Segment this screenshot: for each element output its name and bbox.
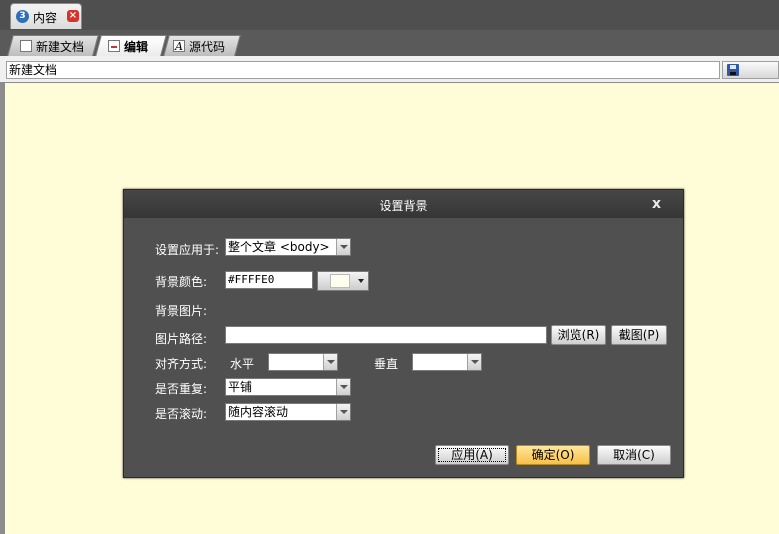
tab-edit-content[interactable]: 编辑: [108, 37, 148, 55]
color-picker-button[interactable]: [317, 271, 369, 291]
dialog-title: 设置背景: [124, 190, 683, 218]
vertical-label: 垂直: [374, 357, 399, 371]
background-settings-dialog: 设置背景 x 设置应用于: 整个文章 <body> 背景颜色: #FFFFE0 …: [123, 189, 684, 478]
save-button[interactable]: [722, 61, 779, 79]
content-tab-label: 内容: [33, 11, 58, 25]
apply-to-value: 整个文章 <body>: [228, 240, 330, 254]
source-code-icon: A: [173, 40, 185, 53]
apply-to-select[interactable]: 整个文章 <body>: [225, 238, 351, 256]
filename-input[interactable]: 新建文档: [6, 61, 720, 79]
bg-image-label: 背景图片:: [155, 304, 208, 318]
repeat-value: 平铺: [228, 380, 253, 394]
tab-label: 源代码: [189, 39, 226, 54]
window-tabbar: [0, 0, 779, 30]
content-window-tab[interactable]: 3 内容 ×: [10, 3, 82, 29]
repeat-label: 是否重复:: [155, 382, 208, 396]
color-swatch: [330, 274, 350, 288]
chevron-down-icon[interactable]: [336, 379, 350, 395]
horizontal-align-select[interactable]: [268, 353, 338, 371]
ok-button[interactable]: 确定(O): [516, 445, 590, 465]
dialog-close-button[interactable]: x: [652, 194, 661, 214]
tab-label: 编辑: [124, 39, 149, 54]
chevron-down-icon[interactable]: [336, 404, 350, 420]
chevron-down-icon[interactable]: [323, 354, 337, 370]
tab-number-badge: 3: [16, 10, 29, 23]
document-icon: [20, 40, 32, 52]
tab-label: 新建文档: [36, 39, 85, 54]
tab-source-code-content[interactable]: A 源代码: [173, 37, 225, 55]
horizontal-label: 水平: [230, 357, 255, 371]
bg-color-label: 背景颜色:: [155, 275, 208, 289]
scroll-value: 随内容滚动: [228, 405, 289, 419]
browse-button[interactable]: 浏览(R): [551, 325, 606, 345]
bg-color-input[interactable]: #FFFFE0: [225, 271, 313, 289]
align-label: 对齐方式:: [155, 357, 208, 371]
scroll-label: 是否滚动:: [155, 407, 208, 421]
vertical-align-select[interactable]: [412, 353, 482, 371]
image-path-label: 图片路径:: [155, 332, 208, 346]
chevron-down-icon[interactable]: [467, 354, 481, 370]
tab-new-document-content[interactable]: 新建文档: [20, 37, 84, 55]
close-icon[interactable]: ×: [67, 10, 79, 22]
scroll-select[interactable]: 随内容滚动: [225, 403, 351, 421]
apply-to-label: 设置应用于:: [155, 243, 220, 257]
repeat-select[interactable]: 平铺: [225, 378, 351, 396]
apply-button[interactable]: 应用(A): [435, 445, 509, 465]
screenshot-button[interactable]: 截图(P): [611, 325, 667, 345]
image-path-input[interactable]: [225, 326, 547, 344]
chevron-down-icon[interactable]: [336, 239, 350, 255]
caret-down-icon: [358, 279, 364, 283]
editor-left-edge: [0, 83, 5, 534]
edit-icon: [108, 40, 120, 52]
save-disk-icon: [727, 64, 739, 76]
dialog-title-text: 设置背景: [379, 199, 428, 213]
cancel-button[interactable]: 取消(C): [597, 445, 671, 465]
